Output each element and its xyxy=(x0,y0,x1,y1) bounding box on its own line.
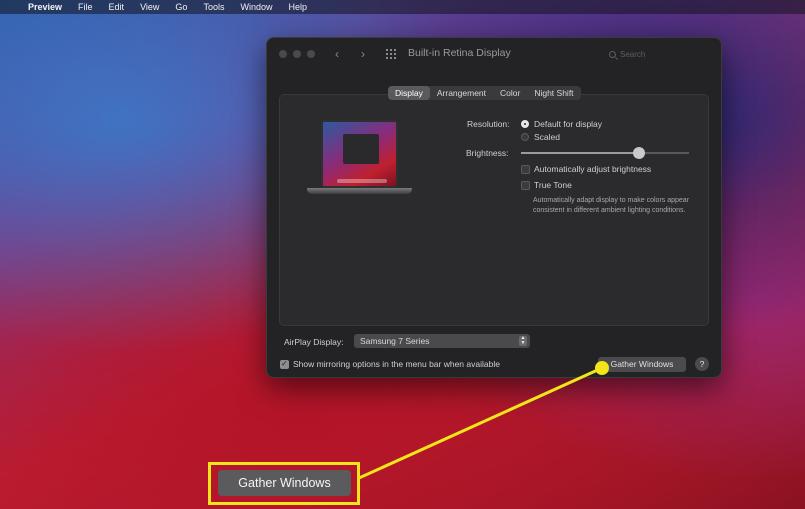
callout-connector xyxy=(358,361,609,480)
callout-dot xyxy=(595,361,609,375)
callout-gather-windows-button: Gather Windows xyxy=(218,470,351,496)
